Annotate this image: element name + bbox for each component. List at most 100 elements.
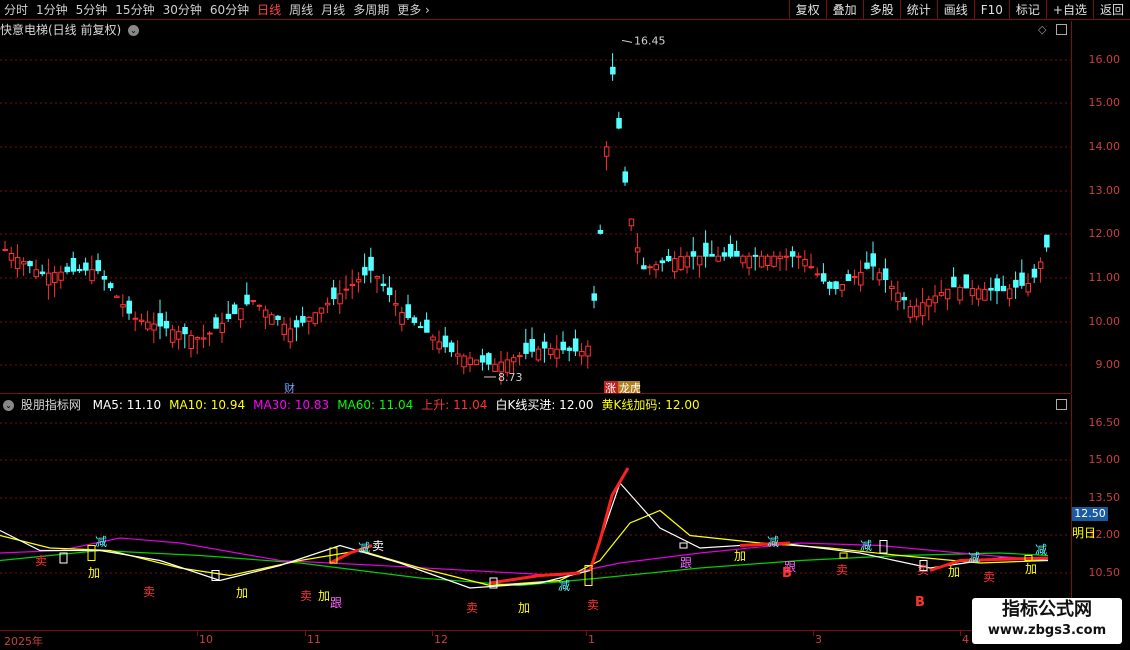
candle-body	[975, 288, 982, 300]
candle-body	[554, 348, 560, 359]
tab-fenshi[interactable]: 分时	[0, 0, 32, 20]
signal-label: 卖	[466, 601, 478, 615]
candle-body	[95, 260, 101, 272]
signal-label: 加	[236, 586, 248, 600]
tab-15min[interactable]: 15分钟	[111, 0, 158, 20]
signal-label: 减	[95, 535, 107, 549]
candle-body	[610, 66, 616, 75]
candle-body	[1044, 234, 1050, 248]
candle-body	[926, 298, 932, 307]
indicator-chart[interactable]: 卖加减卖加卖加跟减 卖卖 加减卖跟 加减跟 卖减卖 加减卖加减BB	[0, 394, 1071, 630]
mark-button[interactable]: 标记	[1008, 0, 1046, 20]
axis-tick: 15.00	[1088, 453, 1121, 466]
candle-body	[876, 272, 883, 281]
candle-body	[579, 351, 585, 357]
candle-body	[343, 288, 349, 291]
candle-body	[628, 218, 635, 227]
candle-body	[920, 302, 926, 317]
candle-body	[833, 281, 839, 290]
candle-body	[566, 347, 573, 351]
high-label: 16.45	[634, 34, 666, 47]
candle-body	[672, 258, 678, 273]
candle-body	[486, 353, 492, 365]
statistics-button[interactable]: 统计	[899, 0, 937, 20]
candle-body	[138, 319, 145, 322]
date-label: 10	[199, 633, 213, 646]
back-button[interactable]: 返回	[1092, 0, 1130, 20]
candle-body	[194, 337, 201, 340]
signal-label: 加	[948, 565, 960, 579]
candle-body	[318, 307, 325, 314]
candle-body	[479, 355, 486, 363]
candle-body	[262, 309, 269, 318]
add-watchlist-button[interactable]: +自选	[1045, 0, 1093, 20]
candle-body	[572, 338, 579, 352]
tab-5min[interactable]: 5分钟	[72, 0, 112, 20]
signal-label: 减	[558, 579, 570, 593]
tab-30min[interactable]: 30分钟	[159, 0, 206, 20]
candle-body	[424, 319, 430, 333]
candle-body	[858, 271, 864, 286]
candle-body	[337, 293, 343, 305]
candle-body	[641, 265, 647, 270]
draw-line-button[interactable]: 画线	[936, 0, 974, 20]
candle-body	[411, 317, 418, 323]
overlay-button[interactable]: 叠加	[825, 0, 863, 20]
axis-tick: 13.00	[1088, 184, 1121, 197]
signal-label: 卖	[372, 539, 384, 553]
candle-body	[777, 255, 783, 259]
candle-body	[368, 256, 374, 271]
candle-body	[560, 341, 566, 351]
candle-body	[145, 321, 151, 330]
candle-body	[889, 285, 895, 290]
candle-body	[603, 146, 610, 157]
tab-60min[interactable]: 60分钟	[206, 0, 253, 20]
candle-body	[76, 268, 83, 272]
candle-body	[913, 305, 920, 318]
date-axis: 2025年 10 11 12 1 3 4	[0, 630, 1071, 650]
candle-body	[461, 355, 467, 368]
candle-body	[647, 266, 653, 269]
candle-body	[101, 275, 108, 280]
buy-signal: B	[915, 595, 925, 610]
signal-label: 减	[767, 535, 779, 549]
candle-body	[293, 320, 300, 328]
candle-body	[709, 253, 715, 257]
axis-tick: 9.00	[1095, 358, 1121, 371]
axis-tick: 12.00	[1088, 227, 1121, 240]
candle-body	[951, 276, 957, 288]
candle-body	[616, 117, 622, 129]
candle-body	[126, 300, 132, 314]
candle-body	[845, 274, 852, 281]
tab-daily[interactable]: 日线	[253, 0, 285, 20]
signal-label: 减	[860, 539, 872, 553]
candle-body	[982, 289, 988, 301]
candle-body	[27, 261, 33, 267]
tab-more[interactable]: 更多 ›	[393, 0, 434, 20]
restore-rights-button[interactable]: 复权	[788, 0, 826, 20]
candle-body	[529, 339, 535, 352]
date-tick	[586, 630, 587, 636]
tab-1min[interactable]: 1分钟	[32, 0, 72, 20]
candle-body	[399, 312, 405, 325]
candle-body	[597, 229, 604, 234]
date-tick	[305, 630, 306, 636]
candle-body	[994, 278, 1000, 292]
tab-monthly[interactable]: 月线	[317, 0, 349, 20]
candle-body	[1006, 288, 1013, 300]
candle-body	[70, 257, 77, 272]
candlestick-chart[interactable]: 16.45 8.73 财 涨龙虎	[0, 21, 1071, 393]
candle-body	[169, 329, 176, 343]
candle-body	[176, 331, 182, 340]
candle-body	[324, 302, 331, 306]
tab-weekly[interactable]: 周线	[285, 0, 317, 20]
tab-multi-period[interactable]: 多周期	[349, 0, 393, 20]
candle-body	[455, 353, 461, 357]
candle-body	[653, 264, 659, 271]
date-label: 2025年	[4, 635, 43, 648]
f10-button[interactable]: F10	[973, 0, 1009, 20]
candle-body	[287, 328, 294, 343]
multi-stock-button[interactable]: 多股	[862, 0, 900, 20]
candle-body	[721, 252, 728, 257]
candle-body	[213, 317, 219, 329]
